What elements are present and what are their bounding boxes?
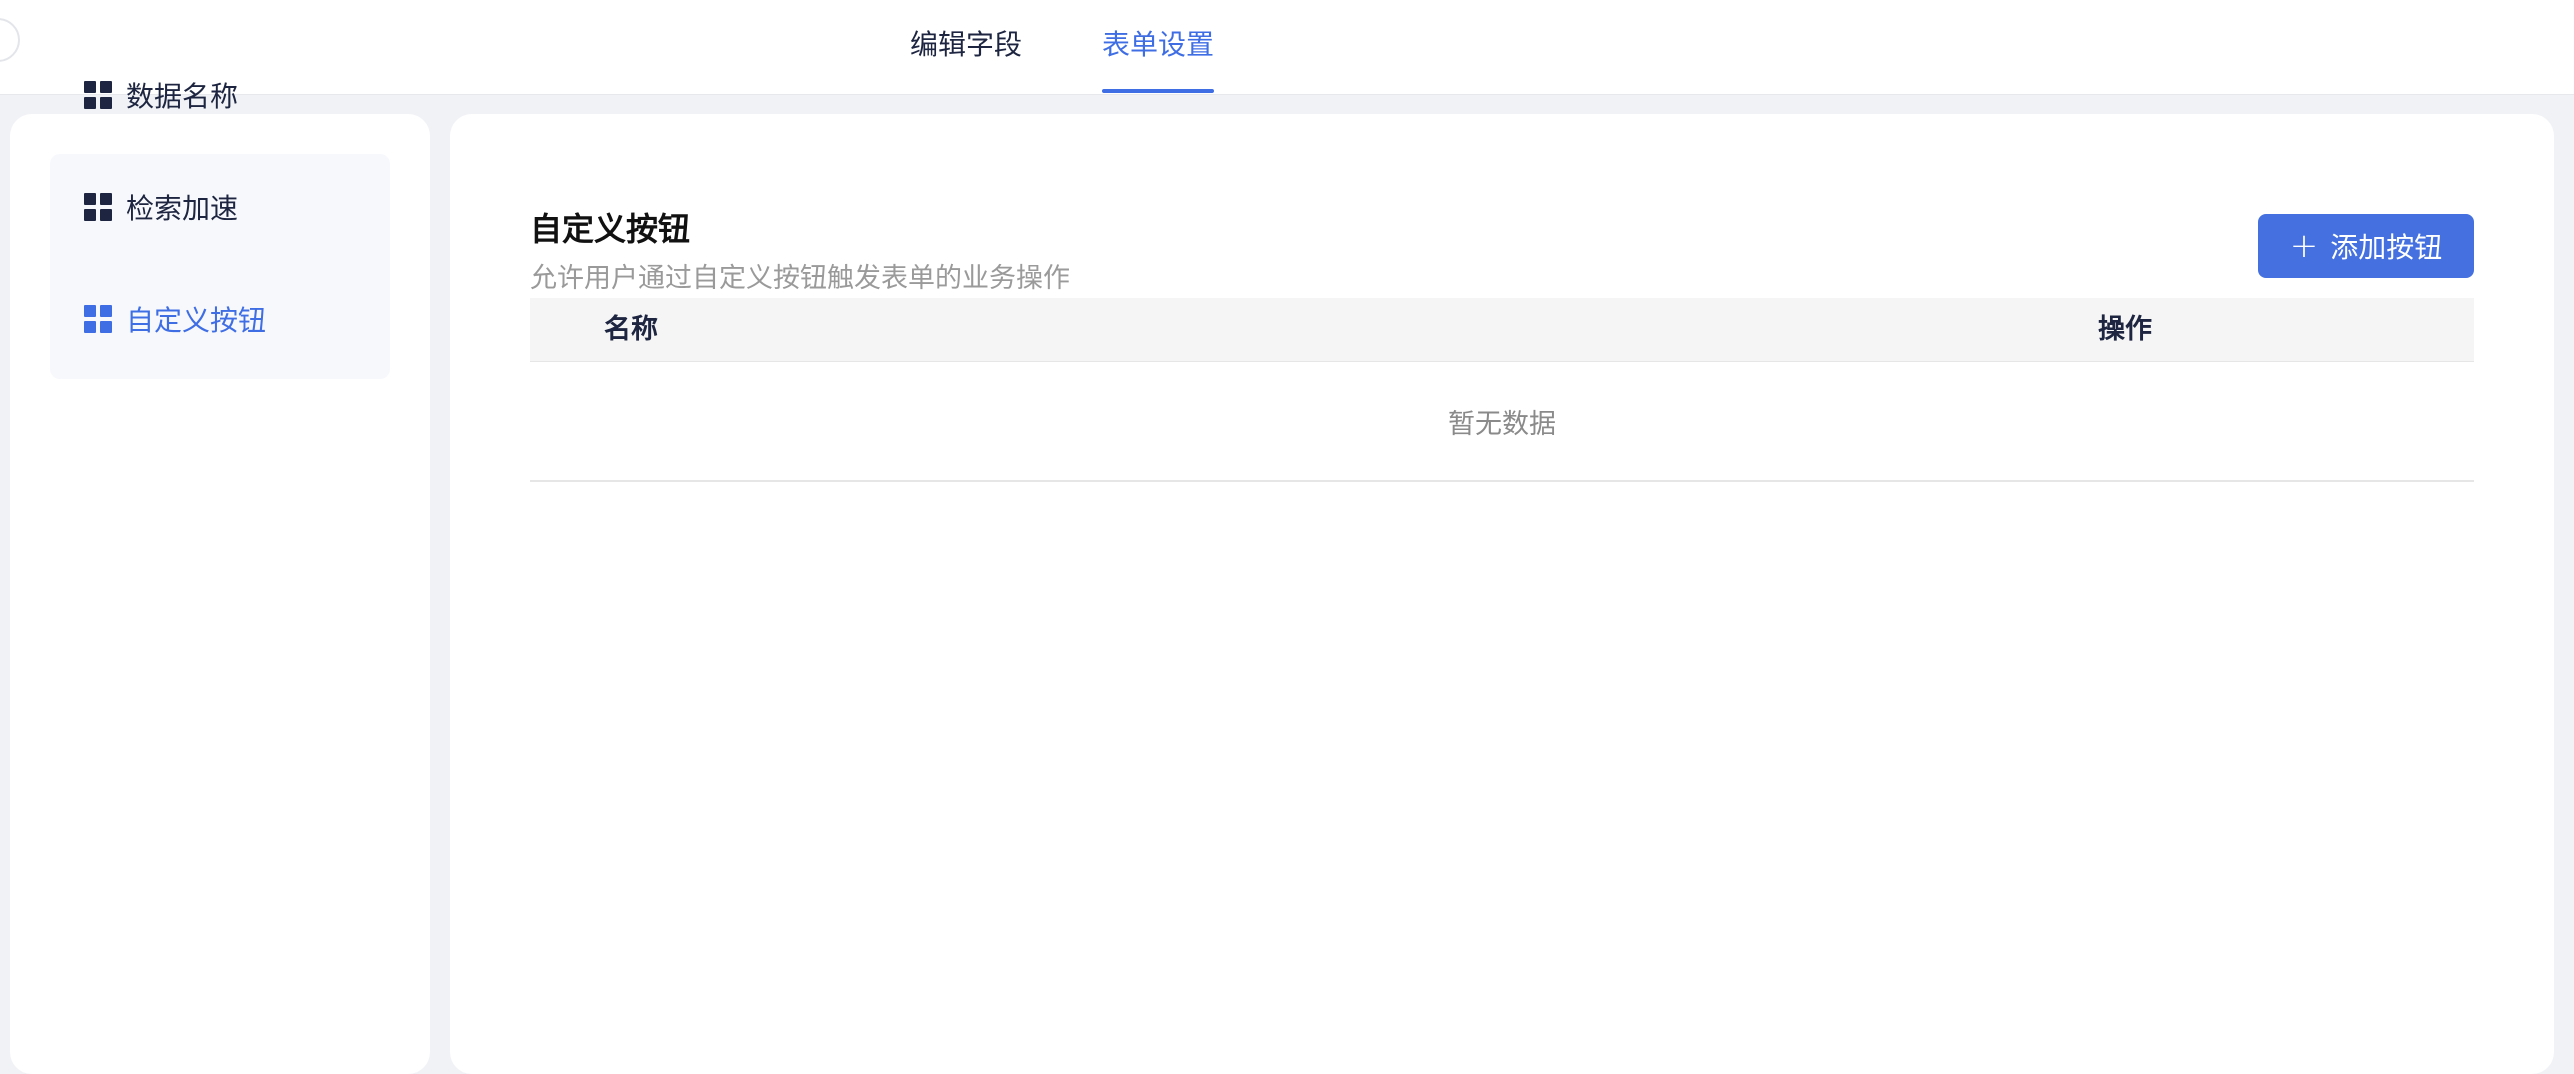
sidebar-item-label: 数据名称	[126, 80, 239, 113]
active-tab-indicator	[1102, 89, 1214, 93]
sidebar-item-custom-buttons[interactable]: 自定义按钮	[84, 299, 266, 339]
add-button[interactable]: + 添加按钮	[2258, 214, 2474, 278]
add-button-label: 添加按钮	[2330, 231, 2443, 264]
tab-edit-fields[interactable]: 编辑字段	[910, 0, 1022, 95]
section-title: 自定义按钮	[530, 210, 691, 248]
sidebar-item-search-acceleration[interactable]: 检索加速	[84, 187, 238, 227]
back-button[interactable]	[0, 18, 20, 62]
plus-icon: +	[2289, 226, 2319, 266]
sidebar-item-label: 自定义按钮	[126, 304, 267, 337]
column-header-actions: 操作	[2098, 314, 2152, 345]
settings-sidebar	[10, 114, 430, 1074]
sidebar-item-label: 检索加速	[126, 192, 239, 225]
buttons-table: 名称 操作 暂无数据	[530, 298, 2474, 482]
section-description: 允许用户通过自定义按钮触发表单的业务操作	[530, 263, 1070, 294]
grid-icon	[84, 305, 112, 333]
grid-icon	[84, 81, 112, 109]
grid-icon	[84, 193, 112, 221]
top-bar: 编辑字段 表单设置	[0, 0, 2574, 95]
column-header-name: 名称	[604, 314, 658, 345]
empty-state: 暂无数据	[530, 362, 2474, 482]
tab-form-settings[interactable]: 表单设置	[1102, 0, 1214, 95]
sidebar-item-data-name[interactable]: 数据名称	[84, 75, 238, 115]
table-header: 名称 操作	[530, 298, 2474, 362]
main-panel: 自定义按钮 允许用户通过自定义按钮触发表单的业务操作 + 添加按钮 名称 操作 …	[450, 114, 2554, 1074]
